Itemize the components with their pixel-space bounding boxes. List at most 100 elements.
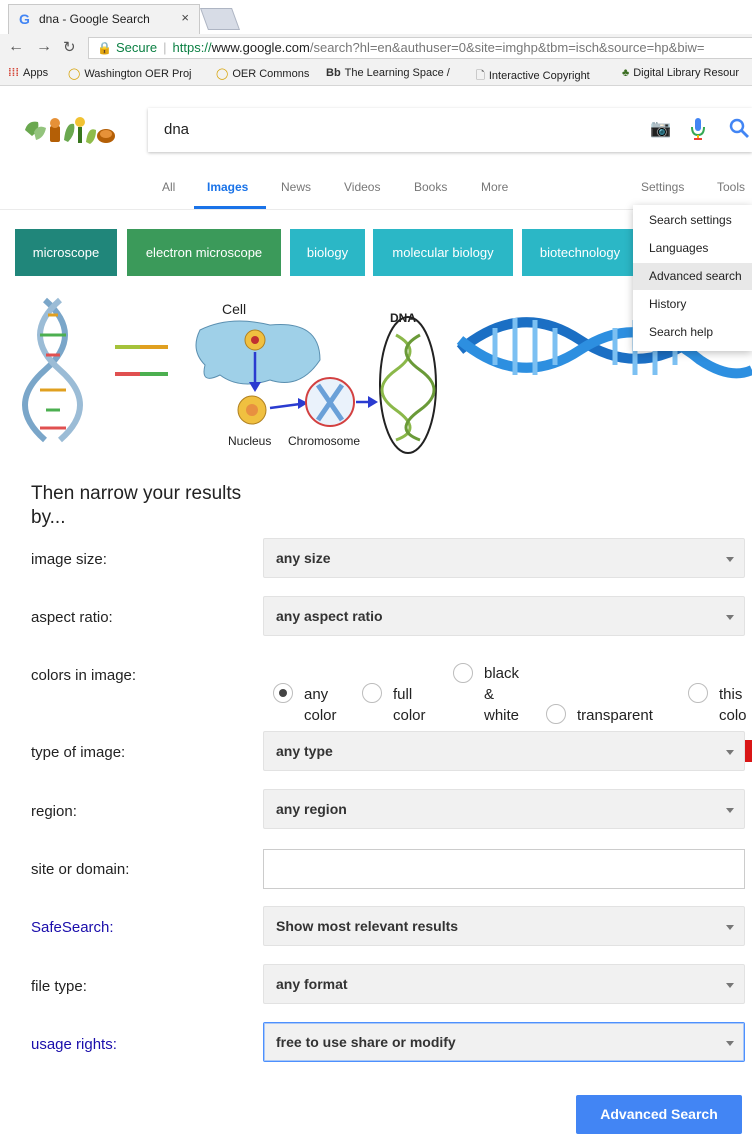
microphone-icon[interactable] (691, 117, 705, 141)
oer-circle-icon: ◯ (68, 68, 81, 80)
radio-label-ampersand: & (484, 686, 495, 703)
image-size-select[interactable]: any size (263, 538, 745, 578)
menu-item-search-settings[interactable]: Search settings (633, 207, 752, 234)
result-image-dna-diagram[interactable] (10, 290, 180, 465)
settings-link[interactable]: Settings (641, 180, 684, 194)
radio-this-color[interactable] (688, 683, 708, 703)
bookmark-washington-oer[interactable]: ◯ Washington OER Proj (68, 67, 192, 80)
google-doodle-logo[interactable] (22, 110, 118, 150)
label-file-type: file type: (31, 978, 87, 995)
tools-link[interactable]: Tools (717, 180, 745, 194)
label-site-or-domain: site or domain: (31, 861, 130, 878)
menu-item-advanced-search[interactable]: Advanced search (633, 263, 752, 290)
oer-circle-icon: ◯ (216, 68, 229, 80)
chip-biotechnology[interactable]: biotechnology (522, 229, 638, 276)
browser-tab[interactable]: G dna - Google Search × (8, 4, 200, 34)
reload-icon[interactable]: ↻ (63, 38, 76, 56)
google-favicon-icon: G (19, 11, 30, 27)
label-usage-rights-link[interactable]: usage rights: (31, 1036, 117, 1053)
chip-molecular-biology[interactable]: molecular biology (373, 229, 513, 276)
bookmark-oer-commons[interactable]: ◯ OER Commons (216, 67, 309, 80)
new-tab-button[interactable] (199, 8, 241, 30)
safesearch-select[interactable]: Show most relevant results (263, 906, 745, 946)
menu-item-languages[interactable]: Languages (633, 235, 752, 262)
tab-books[interactable]: Books (414, 180, 447, 194)
select-value: any aspect ratio (276, 608, 383, 624)
dropdown-arrow-icon (726, 1041, 734, 1046)
url-protocol: https:// (172, 40, 212, 55)
camera-icon[interactable]: 📷 (650, 119, 671, 139)
radio-black-white[interactable] (453, 663, 473, 683)
radio-label-transparent: transparent (577, 707, 653, 724)
document-icon: 🗋 (476, 70, 485, 82)
result-image-cell-diagram[interactable] (195, 316, 437, 454)
select-value: any size (276, 550, 331, 566)
tab-images[interactable]: Images (207, 180, 248, 194)
radio-label-this-color-2: colo (719, 707, 747, 724)
bookmark-learning-space[interactable]: Bb The Learning Space / (326, 67, 450, 79)
bookmark-digital-library[interactable]: ♣ Digital Library Resour (622, 67, 739, 79)
label-region: region: (31, 803, 77, 820)
site-domain-input[interactable] (263, 849, 745, 889)
search-magnifier-icon[interactable] (728, 117, 750, 141)
dropdown-arrow-icon (726, 750, 734, 755)
bookmark-interactive-copyright[interactable]: 🗋 Interactive Copyright (476, 67, 590, 85)
aspect-ratio-select[interactable]: any aspect ratio (263, 596, 745, 636)
active-tab-indicator (194, 206, 266, 209)
url-separator: | (163, 40, 167, 55)
menu-item-history[interactable]: History (633, 291, 752, 318)
dropdown-arrow-icon (726, 615, 734, 620)
radio-any-color[interactable] (273, 683, 293, 703)
forward-arrow-icon[interactable]: → (36, 38, 52, 56)
bookmark-apps[interactable]: ⁞⁞⁞ Apps (8, 67, 48, 79)
diagram-label-cell: Cell (222, 301, 246, 317)
tab-news[interactable]: News (281, 180, 311, 194)
color-swatch-marker (745, 740, 752, 762)
chip-electron-microscope[interactable]: electron microscope (127, 229, 281, 276)
lock-icon: 🔒 (97, 41, 112, 55)
narrow-results-heading: Then narrow your results by... (31, 483, 242, 528)
tab-all[interactable]: All (162, 180, 175, 194)
browser-tabstrip: G dna - Google Search × (0, 0, 752, 34)
menu-item-search-help[interactable]: Search help (633, 319, 752, 346)
radio-label-white: white (484, 707, 520, 724)
advanced-search-button[interactable]: Advanced Search (576, 1095, 742, 1134)
select-value: free to use share or modify (276, 1034, 456, 1050)
tree-icon: ♣ (622, 67, 630, 79)
bookmark-label: Washington OER Proj (84, 68, 192, 80)
usage-rights-select[interactable]: free to use share or modify (263, 1022, 745, 1062)
radio-label-black: black (484, 665, 520, 682)
radio-label-full-color-2: color (393, 707, 426, 724)
radio-label-any-color-2: color (304, 707, 337, 724)
dropdown-arrow-icon (726, 808, 734, 813)
dropdown-arrow-icon (726, 925, 734, 930)
back-arrow-icon[interactable]: ← (8, 38, 24, 56)
label-aspect-ratio: aspect ratio: (31, 609, 113, 626)
tab-videos[interactable]: Videos (344, 180, 380, 194)
file-type-select[interactable]: any format (263, 964, 745, 1004)
address-bar[interactable]: 🔒 Secure | https://www.google.com/search?hl… (88, 37, 752, 59)
apps-grid-icon: ⁞⁞⁞ (8, 67, 19, 79)
type-of-image-select[interactable]: any type (263, 731, 745, 771)
tab-close-icon[interactable]: × (181, 10, 189, 25)
label-type-of-image: type of image: (31, 744, 126, 761)
dropdown-arrow-icon (726, 557, 734, 562)
diagram-label-chromosome: Chromosome (288, 434, 360, 448)
url-path: /search?hl=en&authuser=0&site=imghp&tbm=… (309, 40, 705, 55)
radio-full-color[interactable] (362, 683, 382, 703)
chip-microscope[interactable]: microscope (15, 229, 117, 276)
label-safesearch-link[interactable]: SafeSearch: (31, 919, 114, 936)
settings-dropdown-menu: Search settings Languages Advanced searc… (633, 205, 752, 351)
radio-transparent[interactable] (546, 704, 566, 724)
tab-more[interactable]: More (481, 180, 508, 194)
radio-label-this-color-1: this (719, 686, 743, 703)
bookmark-label: Interactive Copyright (488, 70, 590, 82)
chip-biology[interactable]: biology (290, 229, 365, 276)
bookmark-label: Digital Library Resour (633, 67, 739, 79)
search-box[interactable]: dna 📷 (148, 108, 752, 152)
select-value: any type (276, 743, 333, 759)
select-value: Show most relevant results (276, 918, 459, 934)
region-select[interactable]: any region (263, 789, 745, 829)
search-input[interactable]: dna (164, 121, 189, 138)
bookmark-label: Apps (23, 67, 49, 79)
